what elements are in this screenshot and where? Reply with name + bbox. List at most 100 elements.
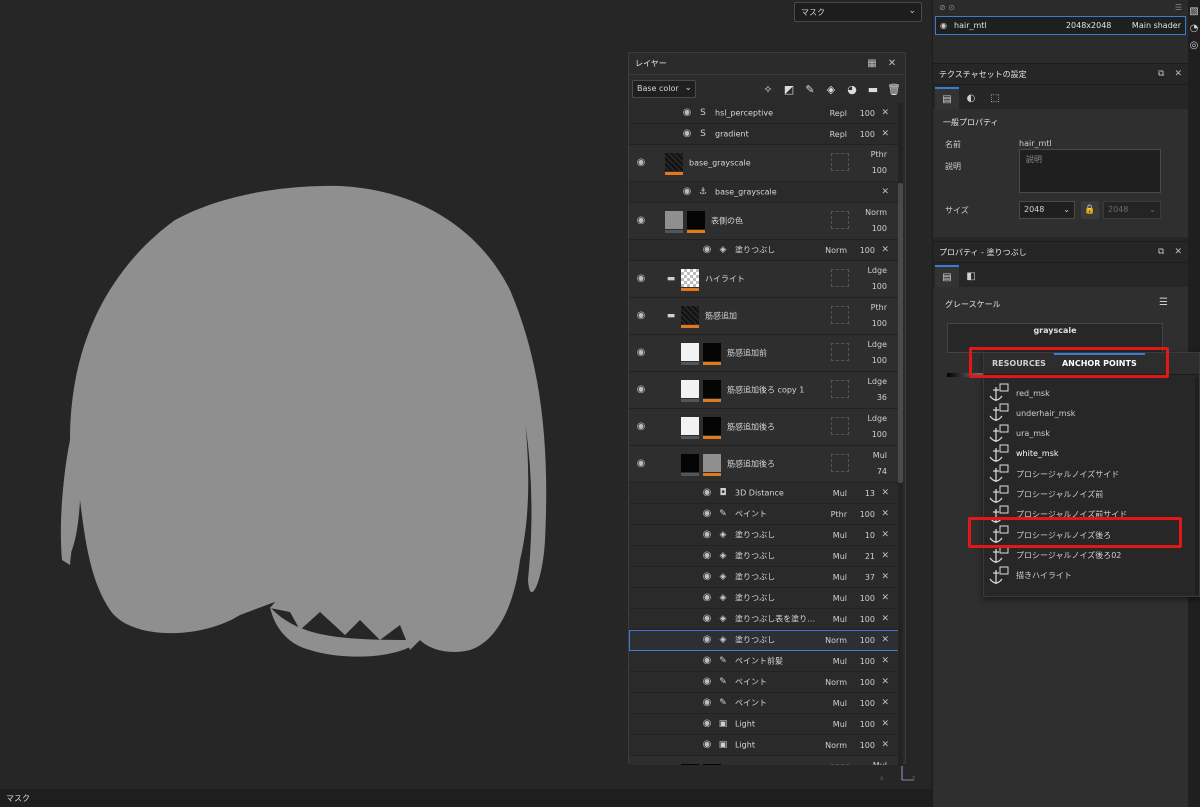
blend-mode-dropdown[interactable]: Mul (833, 552, 847, 561)
layer-row[interactable]: ◉ ◈ 塗りつぶし Norm 100 ✕ (629, 240, 899, 261)
add-smart-material-icon[interactable]: ◕ (844, 81, 860, 97)
opacity-value[interactable]: 100 (860, 109, 875, 118)
layer-thumbnail[interactable] (681, 417, 699, 435)
layer-row[interactable]: ◉ Sgradient Repl 100 ✕ (629, 124, 899, 145)
eye-icon[interactable]: ◉ (701, 719, 713, 729)
opacity-value[interactable]: 74 (877, 467, 887, 476)
tab-gradient-icon[interactable]: ◧ (959, 265, 983, 287)
opacity-value[interactable]: 100 (872, 166, 887, 175)
opacity-value[interactable]: 100 (860, 741, 875, 750)
opacity-value[interactable]: 100 (860, 678, 875, 687)
layer-mask-thumbnail[interactable] (703, 764, 721, 765)
blend-mode-dropdown[interactable]: Ldge (867, 414, 887, 423)
layer-row[interactable]: ◉ 筋感追加後ろ Ldge 100 (629, 409, 899, 446)
layer-mask-thumbnail[interactable] (703, 417, 721, 435)
blend-mode-dropdown[interactable]: Norm (825, 246, 847, 255)
eye-icon[interactable]: ◉ (635, 158, 647, 168)
size-dropdown[interactable]: 2048 ⌄ (1019, 201, 1075, 219)
layer-row[interactable]: ◉ ✎ ペイント Pthr 100 ✕ (629, 504, 899, 525)
blend-mode-dropdown[interactable]: Norm (825, 741, 847, 750)
layer-thumbnail[interactable] (665, 153, 683, 171)
menu-icon[interactable]: ☰ (1159, 297, 1168, 308)
eye-icon[interactable]: ◉ (701, 635, 713, 645)
opacity-value[interactable]: 100 (860, 636, 875, 645)
folder-icon[interactable]: ▬ (665, 310, 677, 322)
eye-icon[interactable]: ◉ (701, 245, 713, 255)
layer-row[interactable]: ◉ ◈ 塗りつぶし Mul 10 ✕ (629, 525, 899, 546)
anchor-point-item[interactable]: プロシージャルノイズ後ろ02 (988, 545, 1194, 565)
eye-icon[interactable]: ◉ (701, 698, 713, 708)
channel-dropdown[interactable]: Base color ⌄ (632, 80, 696, 98)
remove-effect-icon[interactable]: ✕ (881, 129, 889, 139)
layer-row[interactable]: ◉ 筋感追加後ろ copy 1 Ldge 36 (629, 372, 899, 409)
remove-effect-icon[interactable]: ✕ (881, 551, 889, 561)
layer-row[interactable]: Mul (629, 756, 899, 765)
layer-row[interactable]: ◉ 表側の色 Norm 100 (629, 203, 899, 240)
remove-effect-icon[interactable]: ✕ (881, 108, 889, 118)
layer-row[interactable]: ◉ 筋感追加前 Ldge 100 (629, 335, 899, 372)
layer-thumbnail[interactable] (681, 454, 699, 472)
opacity-value[interactable]: 100 (872, 430, 887, 439)
eye-icon[interactable]: ◉ (635, 459, 647, 469)
layer-row[interactable]: ◉ ⚓ base_grayscale ✕ (629, 182, 899, 203)
layer-row[interactable]: ◉ ◘ 3D Distance Mul 13 ✕ (629, 483, 899, 504)
close-icon[interactable]: ✕ (1174, 69, 1182, 79)
blend-mode-dropdown[interactable]: Pthr (871, 303, 887, 312)
blend-mode-dropdown[interactable]: Repl (830, 130, 847, 139)
eye-icon[interactable]: ◉ (681, 129, 693, 139)
eye-icon[interactable]: ◉ (940, 21, 954, 30)
opacity-value[interactable]: 36 (877, 393, 887, 402)
layer-mask-thumbnail[interactable] (703, 454, 721, 472)
remove-effect-icon[interactable]: ✕ (881, 614, 889, 624)
layer-mask-thumbnail[interactable] (687, 211, 705, 229)
eye-icon[interactable]: ◉ (701, 551, 713, 561)
layer-thumbnail[interactable] (681, 764, 699, 765)
eye-icon[interactable]: ◉ (701, 656, 713, 666)
opacity-value[interactable]: 100 (860, 699, 875, 708)
remove-effect-icon[interactable]: ✕ (881, 593, 889, 603)
eye-icon[interactable]: ◉ (635, 311, 647, 321)
opacity-value[interactable]: 100 (860, 510, 875, 519)
layer-row[interactable]: ◉ Shsl_perceptive Repl 100 ✕ (629, 103, 899, 124)
tab-uv-icon[interactable]: ⬚ (983, 87, 1007, 109)
layer-row[interactable]: ◉ base_grayscale Pthr 100 (629, 145, 899, 182)
layer-row[interactable]: ◉ ◈ 塗りつぶし Mul 100 ✕ (629, 588, 899, 609)
layer-list-scrollbar[interactable] (898, 103, 903, 765)
layer-mask-thumbnail[interactable] (703, 380, 721, 398)
add-effect-icon[interactable]: ✧ (760, 81, 776, 97)
blend-mode-dropdown[interactable]: Pthr (871, 150, 887, 159)
link-icon[interactable]: ⊘ ⊙ (939, 3, 955, 12)
layer-thumbnail[interactable] (681, 269, 699, 287)
opacity-value[interactable]: 100 (872, 319, 887, 328)
blend-mode-dropdown[interactable]: Mul (833, 573, 847, 582)
remove-effect-icon[interactable]: ✕ (881, 488, 889, 498)
delete-layer-icon[interactable]: 🗑 (886, 81, 902, 97)
close-icon[interactable]: ✕ (885, 58, 899, 69)
opacity-value[interactable]: 100 (872, 282, 887, 291)
remove-effect-icon[interactable]: ✕ (881, 530, 889, 540)
blend-mode-dropdown[interactable]: Mul (833, 657, 847, 666)
blend-mode-dropdown[interactable]: Ldge (867, 340, 887, 349)
eye-icon[interactable]: ◉ (681, 187, 693, 197)
tab-bake-icon[interactable]: ◐ (959, 87, 983, 109)
add-folder-icon[interactable]: ▬ (865, 81, 881, 97)
tab-general-icon[interactable]: ▤ (935, 87, 959, 109)
blend-mode-dropdown[interactable]: Mul (833, 615, 847, 624)
layout-grid-icon[interactable]: ▦ (865, 58, 879, 69)
anchor-point-item[interactable]: ura_msk (988, 424, 1194, 444)
blend-mode-dropdown[interactable]: Ldge (867, 377, 887, 386)
blend-mode-dropdown[interactable]: Repl (830, 109, 847, 118)
layer-row[interactable]: ◉ ✎ ペイント Norm 100 ✕ (629, 672, 899, 693)
eye-icon[interactable]: ◉ (701, 509, 713, 519)
opacity-value[interactable]: 100 (872, 356, 887, 365)
scrollbar-thumb[interactable] (898, 183, 903, 483)
layer-list[interactable]: ◉ Shsl_perceptive Repl 100 ✕ ◉ Sgradient Repl 10… (629, 103, 899, 765)
tab-fill-icon[interactable]: ▤ (935, 265, 959, 287)
popup-scrollbar[interactable] (1195, 377, 1199, 595)
blend-mode-dropdown[interactable]: Norm (825, 678, 847, 687)
float-panel-icon[interactable]: ⧉ (1158, 247, 1164, 257)
remove-effect-icon[interactable]: ✕ (881, 656, 889, 666)
anchor-point-item[interactable]: underhair_msk (988, 403, 1194, 423)
blend-mode-dropdown[interactable]: Norm (825, 636, 847, 645)
texture-set-icon[interactable]: ▧ (1188, 6, 1200, 17)
